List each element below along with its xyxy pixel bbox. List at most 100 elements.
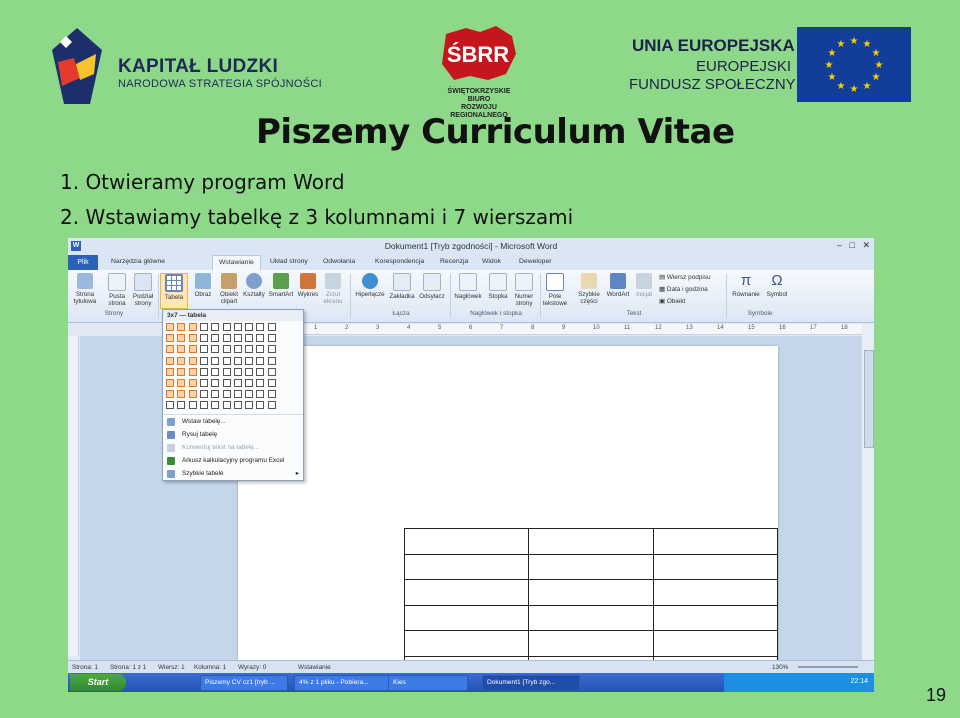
table-row[interactable] bbox=[403, 630, 779, 657]
table-grid-cell[interactable] bbox=[245, 379, 254, 387]
drop-cap-button[interactable]: Inicjał bbox=[631, 273, 657, 298]
table-grid-cell[interactable] bbox=[177, 323, 186, 331]
maximize-icon[interactable]: □ bbox=[850, 240, 855, 250]
table-cell[interactable] bbox=[652, 553, 779, 580]
date-time-button[interactable]: ▦ Data i godzina bbox=[659, 285, 708, 293]
table-grid-cell[interactable] bbox=[267, 367, 276, 376]
start-button[interactable]: Start bbox=[70, 674, 126, 691]
table-cell[interactable] bbox=[403, 579, 530, 606]
table-grid-cell[interactable] bbox=[199, 367, 208, 376]
table-grid-cell[interactable] bbox=[188, 401, 197, 410]
header-button[interactable]: Nagłówek bbox=[452, 273, 484, 300]
table-grid-cell[interactable] bbox=[211, 334, 220, 343]
table-cell[interactable] bbox=[403, 528, 530, 555]
table-grid-cell[interactable] bbox=[188, 323, 197, 331]
quick-parts-button[interactable]: Szybkie części bbox=[576, 273, 602, 305]
table-cell[interactable] bbox=[652, 528, 779, 555]
excel-spreadsheet-item[interactable]: Arkusz kalkulacyjny programu Excel bbox=[163, 455, 303, 467]
table-grid-cell[interactable] bbox=[222, 367, 231, 376]
table-cell[interactable] bbox=[403, 604, 530, 631]
table-grid-cell[interactable] bbox=[177, 356, 186, 365]
table-grid-cell[interactable] bbox=[199, 345, 208, 354]
tab-references[interactable]: Odwołania bbox=[323, 258, 355, 265]
convert-text-item[interactable]: Konwertuj tekst na tabelę... bbox=[163, 442, 303, 454]
tab-view[interactable]: Widok bbox=[482, 258, 501, 265]
table-grid-cell[interactable] bbox=[211, 323, 220, 331]
table-grid-cell[interactable] bbox=[177, 345, 186, 354]
table-grid-cell[interactable] bbox=[222, 323, 231, 331]
taskbar-item-ppt[interactable]: Piszemy CV cz1 [tryb ... bbox=[200, 675, 288, 691]
page-number-button[interactable]: Numer strony bbox=[511, 273, 537, 307]
table-row[interactable] bbox=[403, 528, 779, 555]
table-cell[interactable] bbox=[528, 630, 654, 657]
document-page[interactable] bbox=[238, 346, 779, 692]
table-grid-cell[interactable] bbox=[211, 367, 220, 376]
table-grid-cell[interactable] bbox=[233, 334, 242, 343]
table-grid-cell[interactable] bbox=[211, 401, 220, 410]
tab-mailings[interactable]: Korespondencja bbox=[375, 258, 424, 265]
cross-reference-button[interactable]: Odsyłacz bbox=[417, 273, 447, 300]
close-icon[interactable]: ✕ bbox=[862, 240, 870, 250]
table-grid-cell[interactable] bbox=[211, 356, 220, 365]
table-grid-cell[interactable] bbox=[256, 334, 265, 343]
clipart-button[interactable]: Obiekt clipart bbox=[216, 273, 242, 305]
tab-page-layout[interactable]: Układ strony bbox=[270, 258, 308, 265]
table-grid-cell[interactable] bbox=[256, 367, 265, 376]
table-grid-cell[interactable] bbox=[166, 334, 174, 343]
table-grid-cell[interactable] bbox=[222, 379, 231, 387]
tab-developer[interactable]: Deweloper bbox=[519, 258, 552, 265]
taskbar-item-download[interactable]: 4% z 1 pliku - Pobiera... bbox=[294, 675, 390, 691]
table-grid-cell[interactable] bbox=[233, 323, 242, 331]
table-grid-cell[interactable] bbox=[188, 345, 197, 354]
table-grid-cell[interactable] bbox=[245, 345, 254, 354]
table-button[interactable]: Tabela bbox=[160, 273, 188, 309]
shapes-button[interactable]: Kształty bbox=[241, 273, 267, 298]
table-cell[interactable] bbox=[403, 553, 530, 580]
table-grid-cell[interactable] bbox=[188, 367, 197, 376]
table-grid-cell[interactable] bbox=[199, 334, 208, 343]
table-grid-cell[interactable] bbox=[166, 401, 174, 410]
vertical-ruler[interactable] bbox=[68, 336, 79, 656]
table-grid-cell[interactable] bbox=[166, 345, 174, 354]
scrollbar-thumb[interactable] bbox=[864, 350, 874, 448]
table-grid-cell[interactable] bbox=[233, 345, 242, 354]
table-grid-cell[interactable] bbox=[199, 356, 208, 365]
table-grid-cell[interactable] bbox=[177, 401, 186, 410]
table-grid-cell[interactable] bbox=[188, 379, 197, 387]
table-grid-cell[interactable] bbox=[222, 345, 231, 354]
table-row[interactable] bbox=[403, 553, 779, 580]
minimize-icon[interactable]: – bbox=[837, 240, 842, 250]
table-grid-cell[interactable] bbox=[211, 379, 220, 387]
table-grid-cell[interactable] bbox=[245, 334, 254, 343]
table-grid-cell[interactable] bbox=[177, 379, 186, 387]
status-mode[interactable]: Wstawianie bbox=[298, 664, 331, 671]
smartart-button[interactable]: SmartArt bbox=[266, 273, 296, 298]
table-grid-cell[interactable] bbox=[166, 356, 174, 365]
table-row[interactable] bbox=[403, 604, 779, 631]
object-button[interactable]: ▣ Obiekt bbox=[659, 297, 685, 305]
taskbar-item-kies[interactable]: Kies bbox=[388, 675, 468, 691]
table-cell[interactable] bbox=[652, 579, 779, 606]
table-grid-cell[interactable] bbox=[211, 390, 220, 399]
table-grid-cell[interactable] bbox=[211, 345, 220, 354]
table-grid-cell[interactable] bbox=[222, 390, 231, 399]
hyperlink-button[interactable]: Hiperłącze bbox=[354, 273, 386, 298]
table-grid-cell[interactable] bbox=[177, 334, 186, 343]
table-grid-cell[interactable] bbox=[233, 367, 242, 376]
table-cell[interactable] bbox=[403, 630, 530, 657]
text-box-button[interactable]: Pole tekstowe bbox=[542, 273, 568, 307]
table-grid-cell[interactable] bbox=[199, 390, 208, 399]
blank-page-button[interactable]: Pusta strona bbox=[104, 273, 130, 307]
table-grid-cell[interactable] bbox=[199, 379, 208, 387]
table-grid-cell[interactable] bbox=[245, 356, 254, 365]
table-grid-cell[interactable] bbox=[245, 401, 254, 410]
table-grid-cell[interactable] bbox=[267, 356, 276, 365]
table-grid-cell[interactable] bbox=[188, 356, 197, 365]
table-grid-cell[interactable] bbox=[256, 356, 265, 365]
taskbar-item-word[interactable]: Dokument1 [Tryb zgo... bbox=[482, 675, 580, 691]
symbol-button[interactable]: Ω Symbol bbox=[764, 273, 790, 299]
table-grid-cell[interactable] bbox=[256, 345, 265, 354]
draw-table-item[interactable]: Rysuj tabelę bbox=[163, 429, 303, 441]
table-cell[interactable] bbox=[528, 579, 654, 606]
table-grid-cell[interactable] bbox=[256, 379, 265, 387]
